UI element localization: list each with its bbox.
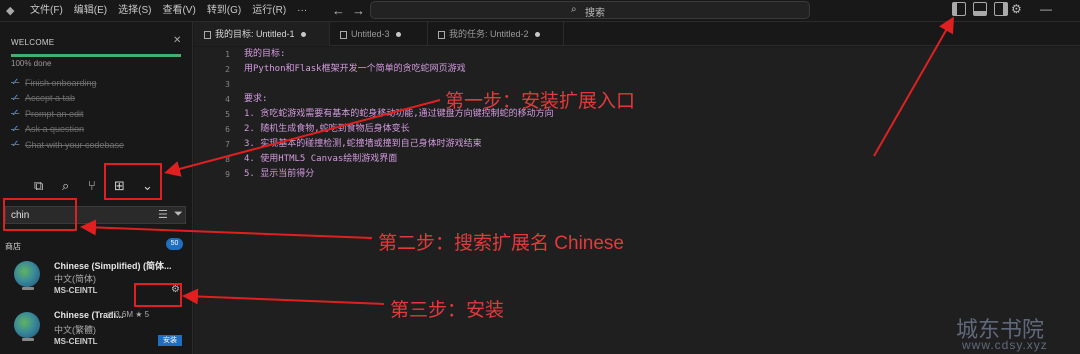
layout-controls xyxy=(952,2,1008,16)
unsaved-dot-icon xyxy=(300,32,306,38)
tab-untitled-1[interactable]: 我的目标: Untitled-1 xyxy=(194,22,330,46)
code-editor[interactable]: 1 我的目标: 2 用Python和Flask框架开发一个简单的贪吃蛇网页游戏 3 … xyxy=(194,47,1080,354)
onboarding-step[interactable]: ✓ Accept a tab xyxy=(11,91,124,107)
annotation-step1: 第一步：安装扩展入口 xyxy=(445,91,636,112)
extension-publisher: MS-CEINTL xyxy=(54,337,98,346)
check-icon: ✓ xyxy=(11,77,20,89)
code-line: 7 3. 实现基本的碰撞检测,蛇撞墙或撞到自己身体时游戏结束 xyxy=(225,139,482,149)
code-line: 3 xyxy=(225,80,230,89)
menu-selection[interactable]: 选择(S) xyxy=(118,0,151,22)
clear-filter-icon[interactable]: ☰ xyxy=(158,208,168,221)
file-icon xyxy=(438,30,445,39)
code-line: 8 4. 使用HTML5 Canvas绘制游戏界面 xyxy=(225,154,398,164)
explorer-icon[interactable]: ⧉ xyxy=(34,178,43,194)
menu-more[interactable]: ··· xyxy=(297,0,307,22)
annotation-step3: 第三步：安装 xyxy=(390,300,505,321)
toggle-secondary-sidebar-icon[interactable] xyxy=(994,2,1008,16)
progress-label: 100% done xyxy=(11,59,52,68)
onboarding-step[interactable]: ✓ Prompt an edit xyxy=(11,106,124,122)
file-icon xyxy=(204,30,211,39)
file-icon xyxy=(340,30,347,39)
annotation-step2: 第二步：搜索扩展名 Chinese xyxy=(378,233,624,254)
code-line: 2 用Python和Flask框架开发一个简单的贪吃蛇网页游戏 xyxy=(225,64,466,74)
check-icon: ✓ xyxy=(11,123,20,135)
highlight-box-extensions xyxy=(104,163,162,200)
watermark-url: www.cdsy.xyz xyxy=(962,338,1048,352)
tab-untitled-3[interactable]: Untitled-3 xyxy=(330,22,428,46)
menu-go[interactable]: 转到(G) xyxy=(207,0,241,22)
settings-gear-icon[interactable]: ⚙ xyxy=(1011,2,1022,16)
command-search-box[interactable]: ⌕ 搜索 xyxy=(370,1,810,19)
check-icon: ✓ xyxy=(11,92,20,104)
code-line: 4 要求: xyxy=(225,94,268,104)
unsaved-dot-icon xyxy=(395,32,401,38)
close-icon[interactable]: ✕ xyxy=(173,35,181,46)
toggle-panel-icon[interactable] xyxy=(973,2,987,16)
menu-edit[interactable]: 编辑(E) xyxy=(74,0,107,22)
editor-tab-bar: 我的目标: Untitled-1 Untitled-3 我的任务: Untitl… xyxy=(194,22,1080,46)
highlight-box-install xyxy=(134,283,182,307)
code-line: 5 1. 贪吃蛇游戏需要有基本的蛇身移动功能,通过键盘方向键控制蛇的移动方向 xyxy=(225,109,554,119)
menu-run[interactable]: 运行(R) xyxy=(252,0,286,22)
progress-fill xyxy=(11,54,181,57)
filter-icon[interactable]: ⏷ xyxy=(174,208,183,221)
forward-arrow-icon[interactable]: → xyxy=(352,3,365,18)
back-arrow-icon[interactable]: ← xyxy=(332,3,345,18)
menu-bar: 文件(F) 编辑(E) 选择(S) 查看(V) 转到(G) 运行(R) ··· xyxy=(30,0,318,22)
app-logo-icon: ◆ xyxy=(6,5,15,17)
extension-desc: 中文(繁體) xyxy=(54,325,96,335)
install-button[interactable]: 安装 xyxy=(158,335,182,346)
check-icon: ✓ xyxy=(11,108,20,120)
check-icon: ✓ xyxy=(11,139,20,151)
welcome-heading: WELCOME xyxy=(11,38,55,47)
onboarding-step[interactable]: ✓ Ask a question xyxy=(11,122,124,138)
title-bar: ◆ 文件(F) 编辑(E) 选择(S) 查看(V) 转到(G) 运行(R) ··… xyxy=(0,0,1080,22)
code-line: 6 2. 随机生成食物,蛇吃到食物后身体变长 xyxy=(225,124,410,134)
code-line: 1 我的目标: xyxy=(225,49,286,59)
menu-view[interactable]: 查看(V) xyxy=(162,0,195,22)
search-icon: ⌕ xyxy=(571,4,577,15)
extension-desc: 中文(简体) xyxy=(54,274,96,284)
toggle-primary-sidebar-icon[interactable] xyxy=(952,2,966,16)
result-count-badge: 50 xyxy=(166,238,183,250)
extension-name: Chinese (Simplified) (简体... xyxy=(54,261,172,271)
unsaved-dot-icon xyxy=(534,32,540,38)
onboarding-step[interactable]: ✓ Chat with your codebase xyxy=(11,137,124,153)
extension-publisher: MS-CEINTL xyxy=(54,286,98,295)
search-view-icon[interactable]: ⌕ xyxy=(62,178,69,194)
code-line: 9 5. 显示当前得分 xyxy=(225,169,315,179)
minimize-icon[interactable]: — xyxy=(1040,2,1052,16)
globe-icon xyxy=(14,261,40,287)
extension-stats: ◎ 3.6M ★ 5 xyxy=(106,310,150,319)
onboarding-steps: ✓ Finish onboarding ✓ Accept a tab ✓ Prompt… xyxy=(11,75,124,153)
tab-untitled-2[interactable]: 我的任务: Untitled-2 xyxy=(428,22,564,46)
onboarding-step[interactable]: ✓ Finish onboarding xyxy=(11,75,124,91)
welcome-progress-bar xyxy=(11,54,181,57)
menu-file[interactable]: 文件(F) xyxy=(30,0,63,22)
source-control-icon[interactable]: ⑂ xyxy=(88,178,96,193)
extension-item[interactable]: Chinese (Tradi... ◎ 3.6M ★ 5 中文(繁體) MS-C… xyxy=(0,306,193,354)
marketplace-section-label: 商店 xyxy=(5,242,21,251)
search-placeholder: 搜索 xyxy=(585,8,605,19)
highlight-box-search xyxy=(3,198,77,231)
globe-icon xyxy=(14,312,40,338)
